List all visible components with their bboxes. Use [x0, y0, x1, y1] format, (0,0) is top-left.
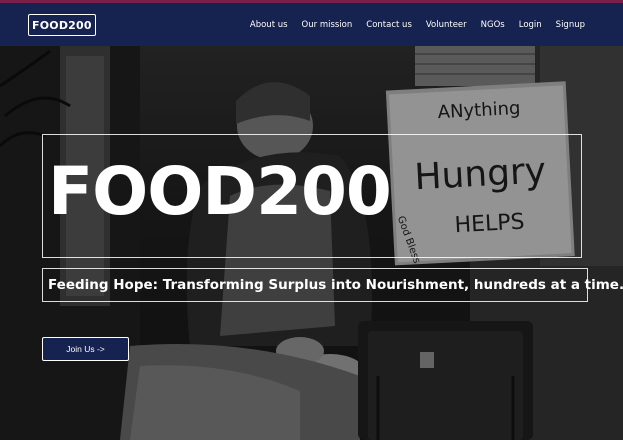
hero-tagline: Feeding Hope: Transforming Surplus into …: [48, 277, 623, 293]
nav-link-our-mission[interactable]: Our mission: [302, 20, 353, 30]
nav-link-signup[interactable]: Signup: [556, 20, 585, 30]
page: FOOD200 About us Our mission Contact us …: [0, 0, 623, 440]
navbar: FOOD200 About us Our mission Contact us …: [0, 3, 623, 46]
nav-link-contact-us[interactable]: Contact us: [366, 20, 412, 30]
nav-link-login[interactable]: Login: [519, 20, 542, 30]
join-us-button[interactable]: Join Us ->: [42, 337, 129, 361]
nav-link-ngos[interactable]: NGOs: [481, 20, 505, 30]
brand-logo[interactable]: FOOD200: [28, 14, 96, 36]
hero-title: FOOD200: [48, 153, 392, 230]
nav-link-volunteer[interactable]: Volunteer: [426, 20, 467, 30]
nav-link-about-us[interactable]: About us: [250, 20, 288, 30]
nav-links: About us Our mission Contact us Voluntee…: [250, 3, 585, 46]
